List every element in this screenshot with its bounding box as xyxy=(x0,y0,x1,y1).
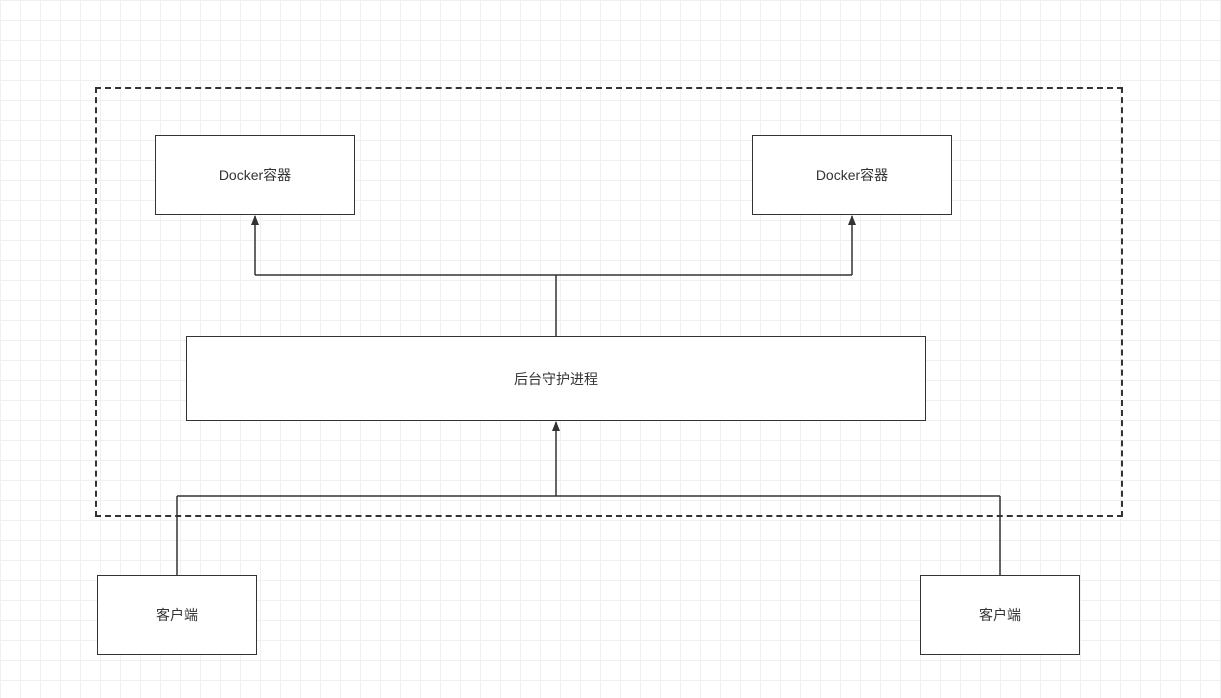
diagram-canvas: Docker容器 Docker容器 后台守护进程 客户端 客户端 xyxy=(0,0,1221,698)
docker-container-right-label: Docker容器 xyxy=(816,165,888,185)
docker-container-right: Docker容器 xyxy=(752,135,952,215)
daemon-box: 后台守护进程 xyxy=(186,336,926,421)
docker-container-left-label: Docker容器 xyxy=(219,165,291,185)
client-left: 客户端 xyxy=(97,575,257,655)
client-left-label: 客户端 xyxy=(156,605,198,625)
client-right-label: 客户端 xyxy=(979,605,1021,625)
docker-container-left: Docker容器 xyxy=(155,135,355,215)
daemon-label: 后台守护进程 xyxy=(514,369,598,389)
client-right: 客户端 xyxy=(920,575,1080,655)
